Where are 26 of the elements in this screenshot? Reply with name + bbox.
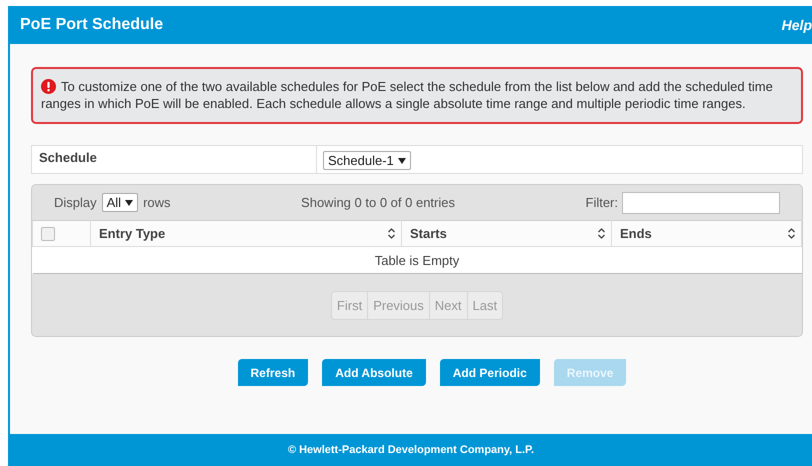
schedule-dropdown[interactable]: Schedule-1 xyxy=(323,151,411,170)
sort-icon[interactable] xyxy=(388,228,395,239)
schedule-label: Schedule xyxy=(32,146,317,173)
filter-field[interactable] xyxy=(622,192,780,214)
help-link[interactable]: Help xyxy=(782,17,812,33)
empty-message: Table is Empty xyxy=(32,246,802,274)
notice-text: To customize one of the two available schedules for PoE select the schedule from the list below and add the scheduled time ranges in which PoE will be enabled. Each schedule allows a single absolute time range and multiple periodic time ranges. xyxy=(41,78,774,112)
rows-label: rows xyxy=(143,195,171,210)
action-button[interactable]: Add Absolute xyxy=(322,359,426,386)
column-header[interactable]: Starts xyxy=(410,226,447,241)
page-title: PoE Port Schedule xyxy=(20,16,164,34)
select-all-checkbox[interactable] xyxy=(41,227,55,242)
sort-icon[interactable] xyxy=(788,228,795,239)
filter-label: Filter: xyxy=(586,195,618,210)
column-header[interactable]: Ends xyxy=(620,226,652,241)
copyright-text: © Hewlett-Packard Development Company, L.P. xyxy=(288,444,534,456)
action-button[interactable]: Refresh xyxy=(238,359,308,386)
caret-icon xyxy=(125,200,134,206)
caret-icon xyxy=(398,158,406,164)
action-button[interactable]: Add Periodic xyxy=(440,359,540,386)
display-label: Display xyxy=(54,195,97,210)
sort-icon[interactable] xyxy=(598,228,605,239)
entries-info: Showing 0 to 0 of 0 entries xyxy=(301,195,455,210)
warning-icon xyxy=(41,79,56,94)
rows-dropdown[interactable]: All xyxy=(102,193,138,212)
column-header[interactable]: Entry Type xyxy=(99,226,166,241)
